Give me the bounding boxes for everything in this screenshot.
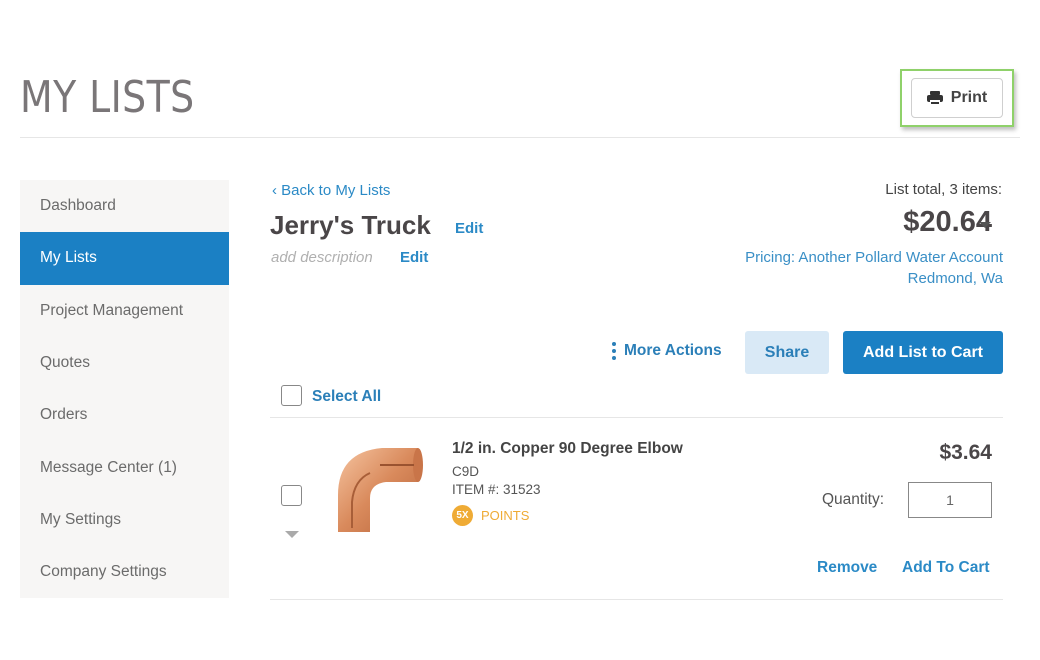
quantity-input[interactable] bbox=[908, 482, 992, 518]
product-name-link[interactable]: 1/2 in. Copper 90 Degree Elbow bbox=[452, 440, 683, 458]
remove-item-link[interactable]: Remove bbox=[817, 559, 877, 577]
product-image-copper-elbow[interactable] bbox=[330, 440, 430, 535]
sidebar-item-dashboard[interactable]: Dashboard bbox=[20, 180, 229, 232]
sidebar-item-project-management[interactable]: Project Management bbox=[20, 285, 229, 337]
page-title: MY LISTS bbox=[20, 72, 195, 123]
edit-description-link[interactable]: Edit bbox=[400, 249, 428, 266]
printer-icon bbox=[926, 91, 943, 105]
sidebar-item-company-settings[interactable]: Company Settings bbox=[20, 546, 229, 598]
kebab-menu-icon bbox=[612, 342, 616, 360]
add-to-cart-link[interactable]: Add To Cart bbox=[902, 559, 990, 577]
sidebar-item-my-settings[interactable]: My Settings bbox=[20, 494, 229, 546]
points-badge-icon: 5X bbox=[452, 505, 473, 526]
back-to-my-lists-link[interactable]: ‹ Back to My Lists bbox=[272, 182, 390, 199]
list-divider-top bbox=[270, 417, 1003, 418]
sidebar-nav: Dashboard My Lists Project Management Qu… bbox=[20, 180, 229, 598]
select-all-checkbox[interactable] bbox=[281, 385, 302, 406]
list-total-label: List total, 3 items: bbox=[885, 181, 1002, 198]
more-actions-label: More Actions bbox=[624, 342, 722, 359]
caret-down-icon[interactable] bbox=[979, 222, 991, 228]
sidebar-item-quotes[interactable]: Quotes bbox=[20, 337, 229, 389]
more-actions-button[interactable]: More Actions bbox=[612, 342, 722, 360]
product-code: C9D bbox=[452, 464, 480, 479]
sidebar-item-orders[interactable]: Orders bbox=[20, 389, 229, 441]
pricing-account-link[interactable]: Pricing: Another Pollard Water Account bbox=[745, 249, 1003, 266]
sidebar-item-message-center[interactable]: Message Center (1) bbox=[20, 441, 229, 493]
header-divider bbox=[20, 137, 1020, 138]
item-checkbox[interactable] bbox=[281, 485, 302, 506]
item-price: $3.64 bbox=[939, 441, 992, 464]
product-item-number: ITEM #: 31523 bbox=[452, 482, 541, 497]
select-all-label[interactable]: Select All bbox=[312, 388, 381, 406]
print-label: Print bbox=[950, 89, 988, 106]
quantity-label: Quantity: bbox=[822, 491, 885, 508]
print-button[interactable]: Print bbox=[911, 78, 1003, 118]
list-name: Jerry's Truck bbox=[270, 210, 431, 240]
expand-caret-icon[interactable] bbox=[285, 531, 299, 538]
list-divider-bottom bbox=[270, 599, 1003, 600]
sidebar-item-my-lists[interactable]: My Lists bbox=[20, 232, 229, 285]
edit-list-name-link[interactable]: Edit bbox=[455, 220, 483, 237]
add-list-to-cart-button[interactable]: Add List to Cart bbox=[843, 331, 1003, 374]
description-placeholder: add description bbox=[271, 249, 373, 266]
pricing-location: Redmond, Wa bbox=[907, 270, 1003, 287]
share-button[interactable]: Share bbox=[745, 331, 829, 374]
points-label: POINTS bbox=[481, 508, 530, 523]
